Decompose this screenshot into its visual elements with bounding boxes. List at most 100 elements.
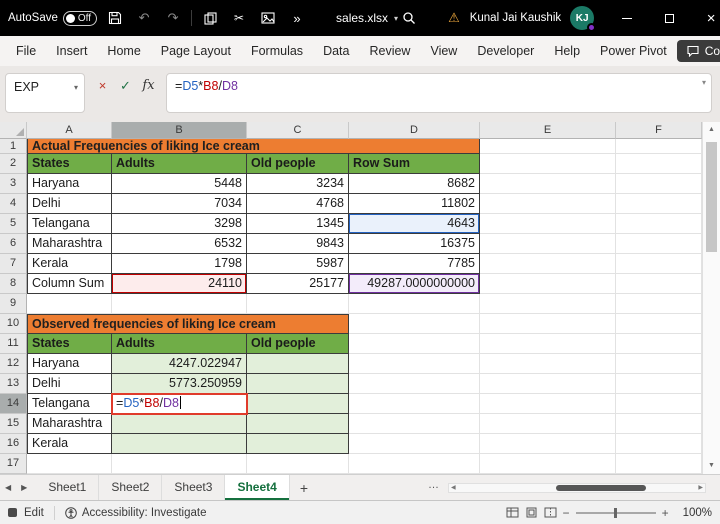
cancel-formula-button[interactable]: ×	[92, 78, 113, 93]
cell-F11[interactable]	[616, 334, 702, 354]
cell-A3[interactable]: Haryana	[27, 174, 112, 194]
cell-A14[interactable]: Telangana	[27, 394, 112, 414]
row-header-10[interactable]: 10	[0, 314, 27, 334]
col-header-B[interactable]: B	[112, 122, 247, 139]
user-name[interactable]: Kunal Jai Kaushik	[470, 12, 561, 24]
cell-A4[interactable]: Delhi	[27, 194, 112, 214]
cell-C14[interactable]	[247, 394, 349, 414]
cell-B9[interactable]	[112, 294, 247, 314]
cell-D4[interactable]: 11802	[349, 194, 480, 214]
cell-C17[interactable]	[247, 454, 349, 474]
cell-C15[interactable]	[247, 414, 349, 434]
cell-F16[interactable]	[616, 434, 702, 454]
ribbon-tab-insert[interactable]: Insert	[46, 36, 97, 66]
row-header-1[interactable]: 1	[0, 139, 27, 154]
close-button[interactable]: ×	[690, 0, 720, 36]
zoom-in-button[interactable]: +	[662, 506, 669, 520]
cell-F5[interactable]	[616, 214, 702, 234]
cell-D3[interactable]: 8682	[349, 174, 480, 194]
cell-C13[interactable]	[247, 374, 349, 394]
row-header-14[interactable]: 14	[0, 394, 27, 414]
cell-C12[interactable]	[247, 354, 349, 374]
cell-F7[interactable]	[616, 254, 702, 274]
vertical-scrollbar[interactable]: ▲ ▼	[702, 122, 720, 474]
redo-button[interactable]: ↷	[162, 6, 184, 30]
cell-A10[interactable]: Observed frequencies of liking Ice cream	[27, 314, 349, 334]
col-header-C[interactable]: C	[247, 122, 349, 139]
row-header-13[interactable]: 13	[0, 374, 27, 394]
formula-bar-expand-icon[interactable]: ▾	[702, 78, 706, 87]
cell-C9[interactable]	[247, 294, 349, 314]
cell-F10[interactable]	[616, 314, 702, 334]
cell-B15[interactable]	[112, 414, 247, 434]
cell-E6[interactable]	[480, 234, 616, 254]
warning-icon[interactable]: ⚠	[448, 10, 460, 26]
zoom-slider-knob[interactable]	[614, 508, 617, 518]
horizontal-scrollbar[interactable]: ◀ ▶	[448, 483, 706, 493]
cell-B4[interactable]: 7034	[112, 194, 247, 214]
cell-E1[interactable]	[480, 139, 616, 154]
next-sheet-button[interactable]: ▶	[16, 483, 32, 492]
cell-A17[interactable]	[27, 454, 112, 474]
cell-E10[interactable]	[480, 314, 616, 334]
cell-B6[interactable]: 6532	[112, 234, 247, 254]
cut-button[interactable]: ✂	[228, 6, 250, 30]
cell-E12[interactable]	[480, 354, 616, 374]
cell-A7[interactable]: Kerala	[27, 254, 112, 274]
vertical-scroll-thumb[interactable]	[706, 142, 717, 252]
cell-C8[interactable]: 25177	[247, 274, 349, 294]
scroll-right-icon[interactable]: ▶	[698, 484, 703, 492]
insert-function-button[interactable]: fx	[138, 78, 159, 93]
minimize-button[interactable]	[606, 0, 648, 36]
normal-view-button[interactable]	[506, 507, 519, 518]
cell-F14[interactable]	[616, 394, 702, 414]
cell-F17[interactable]	[616, 454, 702, 474]
picture-button[interactable]	[257, 6, 279, 30]
enter-formula-button[interactable]: ✓	[115, 78, 136, 94]
row-header-5[interactable]: 5	[0, 214, 27, 234]
ribbon-tab-file[interactable]: File	[6, 36, 46, 66]
comments-button[interactable]: Comments	[677, 40, 720, 62]
zoom-out-button[interactable]: −	[563, 506, 570, 520]
cell-D5[interactable]: 4643	[349, 214, 480, 234]
ribbon-tab-page-layout[interactable]: Page Layout	[151, 36, 241, 66]
horizontal-scroll-thumb[interactable]	[556, 485, 646, 491]
scroll-left-icon[interactable]: ◀	[451, 484, 456, 492]
cell-F8[interactable]	[616, 274, 702, 294]
cell-C16[interactable]	[247, 434, 349, 454]
cell-C2[interactable]: Old people	[247, 154, 349, 174]
ribbon-tab-formulas[interactable]: Formulas	[241, 36, 313, 66]
cell-E8[interactable]	[480, 274, 616, 294]
row-header-4[interactable]: 4	[0, 194, 27, 214]
cell-C4[interactable]: 4768	[247, 194, 349, 214]
cell-A13[interactable]: Delhi	[27, 374, 112, 394]
more-commands-button[interactable]: »	[286, 6, 308, 30]
cell-A2[interactable]: States	[27, 154, 112, 174]
cell-B14[interactable]: =D5*B8/D8	[112, 394, 247, 414]
cell-E16[interactable]	[480, 434, 616, 454]
cell-E3[interactable]	[480, 174, 616, 194]
cell-C5[interactable]: 1345	[247, 214, 349, 234]
cell-B2[interactable]: Adults	[112, 154, 247, 174]
sheet-tab-sheet3[interactable]: Sheet3	[162, 475, 225, 500]
cell-D11[interactable]	[349, 334, 480, 354]
cell-F1[interactable]	[616, 139, 702, 154]
row-header-6[interactable]: 6	[0, 234, 27, 254]
row-header-11[interactable]: 11	[0, 334, 27, 354]
zoom-level[interactable]: 100%	[683, 507, 712, 519]
cell-F12[interactable]	[616, 354, 702, 374]
save-button[interactable]	[104, 6, 126, 30]
cell-D15[interactable]	[349, 414, 480, 434]
cell-D13[interactable]	[349, 374, 480, 394]
cell-A12[interactable]: Haryana	[27, 354, 112, 374]
ribbon-tab-developer[interactable]: Developer	[467, 36, 544, 66]
cell-B13[interactable]: 5773.250959	[112, 374, 247, 394]
cell-A1[interactable]: Actual Frequencies of liking Ice cream	[27, 139, 480, 154]
cell-C6[interactable]: 9843	[247, 234, 349, 254]
ribbon-tab-review[interactable]: Review	[359, 36, 420, 66]
cell-A6[interactable]: Maharashtra	[27, 234, 112, 254]
cell-F2[interactable]	[616, 154, 702, 174]
cell-D2[interactable]: Row Sum	[349, 154, 480, 174]
tab-overflow-icon[interactable]: …	[428, 479, 439, 491]
cell-A11[interactable]: States	[27, 334, 112, 354]
